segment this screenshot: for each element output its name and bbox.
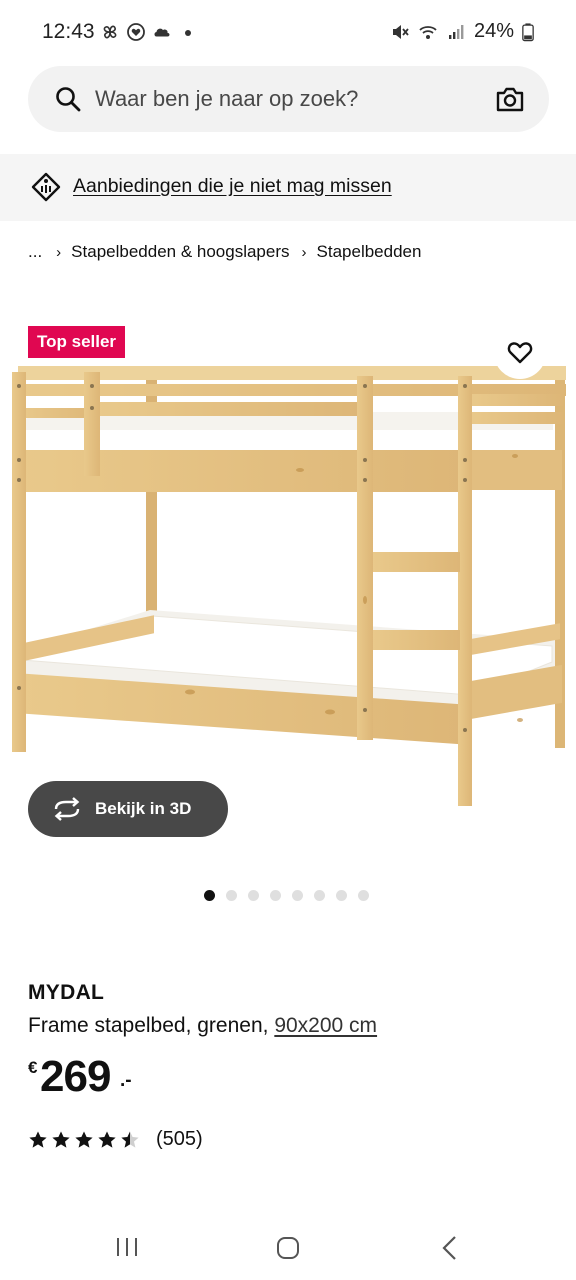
heart-location-icon — [127, 23, 145, 41]
review-count[interactable]: (505) — [156, 1128, 203, 1151]
search-icon[interactable] — [54, 85, 82, 113]
cloud-icon — [154, 28, 170, 37]
battery-icon — [522, 22, 534, 41]
carousel-dots — [204, 890, 369, 901]
product-description-text: Frame stapelbed, grenen, — [28, 1014, 269, 1037]
tag-icon — [31, 172, 61, 202]
status-bar: 12:43 24% — [0, 0, 576, 64]
view-3d-button[interactable]: Bekijk in 3D — [28, 781, 228, 837]
battery-percentage: 24% — [473, 20, 514, 42]
price-decimal: .- — [120, 1070, 132, 1091]
search-bar[interactable]: Waar ben je naar op zoek? — [28, 66, 549, 132]
search-input[interactable]: Waar ben je naar op zoek? — [95, 86, 358, 112]
carousel-dot[interactable] — [314, 890, 325, 901]
back-icon[interactable] — [440, 1235, 460, 1261]
product-name[interactable]: MYDAL — [28, 981, 104, 1005]
pinwheel-icon — [103, 25, 117, 39]
favorite-button[interactable] — [494, 327, 546, 379]
breadcrumb: ... › Stapelbedden & hoogslapers › Stape… — [28, 240, 421, 264]
promo-link[interactable]: Aanbiedingen die je niet mag missen — [73, 175, 392, 198]
home-icon[interactable] — [276, 1236, 300, 1260]
star-full-icon — [52, 1131, 70, 1148]
view-3d-label: Bekijk in 3D — [95, 799, 192, 818]
rating-stars — [28, 1130, 140, 1150]
carousel-dot[interactable] — [336, 890, 347, 901]
carousel-dot[interactable] — [358, 890, 369, 901]
status-time: 12:43 — [42, 20, 95, 43]
product-rating[interactable]: (505) — [28, 1128, 203, 1151]
carousel-dot[interactable] — [292, 890, 303, 901]
system-nav-bar — [0, 1210, 576, 1280]
status-icons-left — [100, 22, 198, 42]
carousel-dot[interactable] — [204, 890, 215, 901]
product-description: Frame stapelbed, grenen, 90x200 cm — [28, 1014, 377, 1038]
star-full-icon — [29, 1131, 47, 1148]
recent-apps-icon[interactable] — [115, 1236, 139, 1258]
rotate-3d-icon — [54, 797, 80, 821]
chevron-right-icon: › — [301, 243, 307, 261]
camera-icon[interactable] — [495, 85, 525, 113]
dot-icon — [185, 30, 191, 36]
price-currency: € — [28, 1058, 38, 1077]
product-image[interactable] — [0, 300, 576, 860]
star-full-icon — [75, 1131, 93, 1148]
carousel-dot[interactable] — [248, 890, 259, 901]
top-seller-badge: Top seller — [28, 326, 126, 358]
status-icons-right: 24% — [390, 20, 534, 43]
star-full-icon — [98, 1131, 116, 1148]
bed-frame — [12, 366, 566, 806]
wifi-icon — [419, 25, 437, 39]
breadcrumb-ellipsis[interactable]: ... — [28, 242, 42, 262]
product-size-link[interactable]: 90x200 cm — [274, 1014, 377, 1037]
carousel-dot[interactable] — [270, 890, 281, 901]
price-integer: 269 — [40, 1052, 111, 1101]
breadcrumb-item[interactable]: Stapelbedden & hoogslapers — [71, 242, 289, 262]
promo-banner[interactable]: Aanbiedingen die je niet mag missen — [0, 154, 576, 221]
signal-icon — [448, 24, 464, 39]
carousel-dot[interactable] — [226, 890, 237, 901]
mute-icon — [392, 24, 409, 39]
chevron-right-icon: › — [56, 243, 62, 261]
heart-icon[interactable] — [507, 341, 533, 365]
breadcrumb-item[interactable]: Stapelbedden — [317, 242, 422, 262]
star-half-icon — [121, 1131, 139, 1148]
